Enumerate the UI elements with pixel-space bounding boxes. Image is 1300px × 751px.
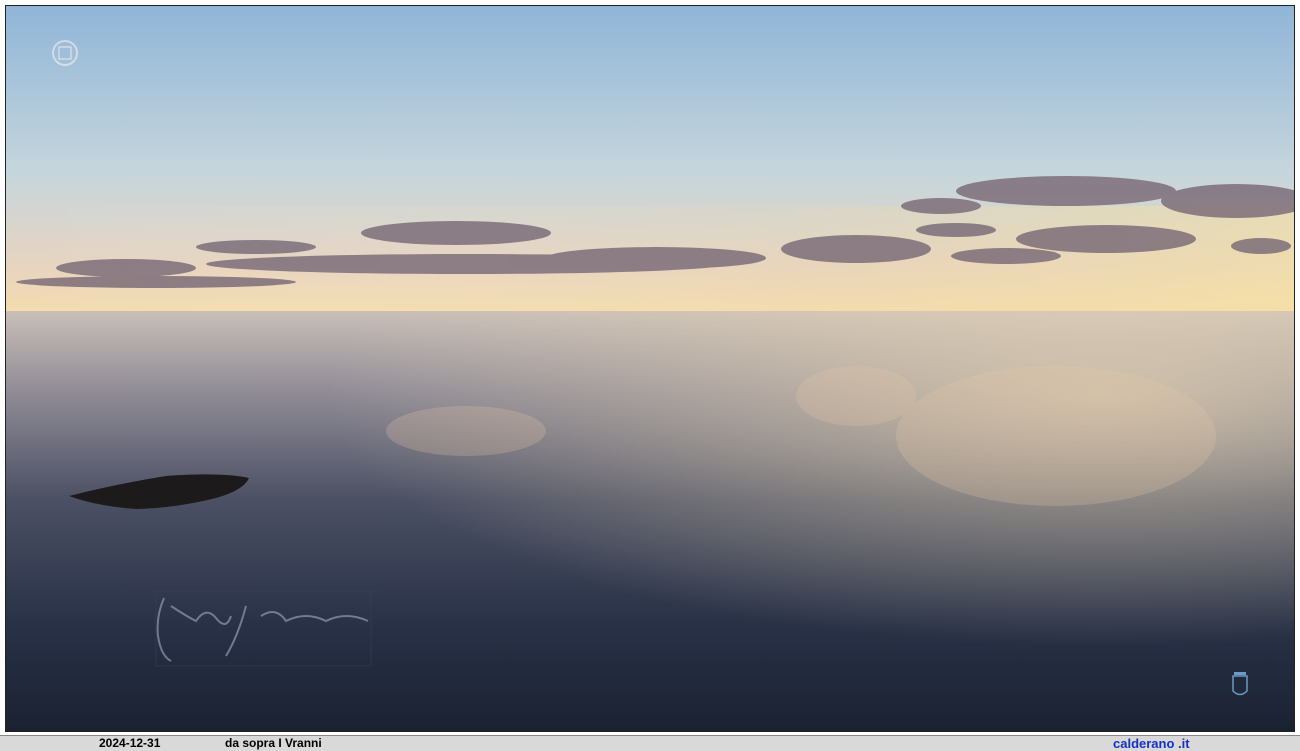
caption-bar: 2024-12-31 da sopra I Vranni calderano .… — [0, 735, 1300, 751]
site-link[interactable]: calderano .it — [1113, 736, 1190, 751]
photo-frame — [0, 0, 1300, 735]
sunset-sea-photo — [5, 5, 1295, 732]
photo-date: 2024-12-31 — [99, 736, 161, 750]
photo-location: da sopra I Vranni — [225, 736, 322, 750]
photo-canvas — [6, 6, 1294, 731]
